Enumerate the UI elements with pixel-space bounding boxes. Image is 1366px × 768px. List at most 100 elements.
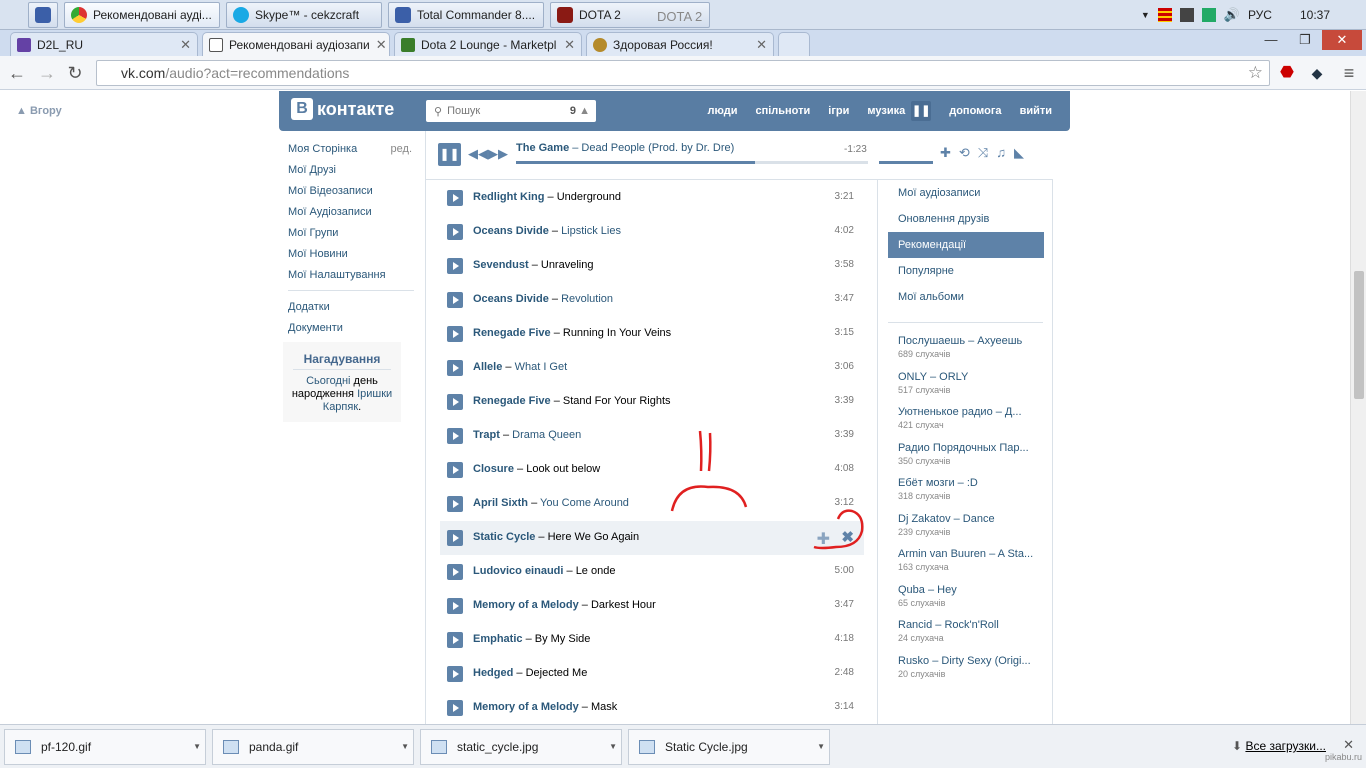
- list-item[interactable]: ONLY – ORLY 517 слухачів: [898, 371, 1038, 407]
- play-icon[interactable]: [447, 394, 463, 410]
- play-icon[interactable]: [447, 292, 463, 308]
- sidebar-item-my-page[interactable]: Моя Сторінка ред.: [288, 139, 414, 160]
- audio-menu-item[interactable]: Оновлення друзів: [888, 206, 1044, 232]
- track-title[interactable]: Lipstick Lies: [561, 225, 621, 237]
- bookmark-star-icon[interactable]: ☆: [1248, 63, 1263, 83]
- play-icon[interactable]: [447, 700, 463, 716]
- taskbar-button-total-commander[interactable]: Total Commander 8....: [388, 2, 544, 28]
- play-icon[interactable]: [447, 564, 463, 580]
- volume-icon[interactable]: 🔊: [1224, 7, 1240, 23]
- playlist-name[interactable]: Ебёт мозги – :D: [898, 477, 1038, 489]
- table-row[interactable]: Sevendust – Unraveling 3:58: [440, 249, 864, 283]
- vk-logo[interactable]: Вконтакте: [291, 98, 394, 120]
- tab-dota2-lounge[interactable]: Dota 2 Lounge - Marketpl ✕: [394, 32, 582, 56]
- tab-recommendations[interactable]: Рекомендовані аудіозапи ✕: [202, 32, 390, 56]
- tray-network-icon[interactable]: [1179, 8, 1194, 22]
- close-icon[interactable]: ✕: [376, 37, 387, 53]
- taskbar-button-chrome[interactable]: Рекомендовані ауді...: [64, 2, 220, 28]
- nav-logout[interactable]: вийти: [1020, 105, 1052, 117]
- back-arrow-icon[interactable]: ←: [6, 62, 28, 84]
- play-icon[interactable]: [447, 632, 463, 648]
- chevron-down-icon[interactable]: ▼: [609, 742, 617, 751]
- track-artist[interactable]: Allele: [473, 361, 502, 373]
- playlist-name[interactable]: Rusko – Dirty Sexy (Origi...: [898, 655, 1038, 667]
- playlist-name[interactable]: Dj Zakatov – Dance: [898, 513, 1038, 525]
- close-icon[interactable]: ✕: [756, 37, 767, 53]
- track-title[interactable]: By My Side: [535, 633, 591, 645]
- play-icon[interactable]: [447, 360, 463, 376]
- audio-menu-item[interactable]: Популярне: [888, 258, 1044, 284]
- play-icon[interactable]: [447, 666, 463, 682]
- play-icon[interactable]: [447, 530, 463, 546]
- tab-zdorovaya-rossiya[interactable]: Здоровая Россия! ✕: [586, 32, 774, 56]
- track-title[interactable]: You Come Around: [540, 497, 629, 509]
- list-item[interactable]: Rancid – Rock'n'Roll 24 слухача: [898, 619, 1038, 655]
- playlist-name[interactable]: ONLY – ORLY: [898, 371, 1038, 383]
- add-icon[interactable]: ✚: [940, 145, 951, 161]
- list-item[interactable]: Ебёт мозги – :D 318 слухачів: [898, 477, 1038, 513]
- chevron-down-icon[interactable]: ▼: [193, 742, 201, 751]
- add-track-icon[interactable]: ✚: [817, 529, 830, 549]
- list-item[interactable]: Уютненькое радио – Д... 421 слухач: [898, 406, 1038, 442]
- pause-icon[interactable]: ❚❚: [911, 101, 932, 121]
- nav-music[interactable]: музика: [867, 105, 905, 117]
- play-icon[interactable]: [447, 428, 463, 444]
- track-title[interactable]: Underground: [557, 191, 621, 203]
- track-title[interactable]: Drama Queen: [512, 429, 581, 441]
- play-icon[interactable]: [447, 496, 463, 512]
- track-title[interactable]: Here We Go Again: [548, 531, 640, 543]
- track-title[interactable]: Revolution: [561, 293, 613, 305]
- forward-arrow-icon[interactable]: →: [36, 62, 58, 84]
- tray-arrow-icon[interactable]: ▼: [1141, 10, 1150, 20]
- list-item[interactable]: Rusko – Dirty Sexy (Origi... 20 слухачів: [898, 655, 1038, 691]
- track-artist[interactable]: Oceans Divide: [473, 225, 549, 237]
- adblock-icon[interactable]: ⬣: [1276, 62, 1298, 84]
- track-artist[interactable]: Static Cycle: [473, 531, 535, 543]
- reminder-today-link[interactable]: Сьогодні: [306, 375, 350, 387]
- clock[interactable]: 10:37: [1300, 8, 1330, 22]
- address-bar[interactable]: vk.com/audio?act=recommendations ☆: [96, 60, 1270, 86]
- table-row[interactable]: Closure – Look out below 4:08: [440, 453, 864, 487]
- track-artist[interactable]: Oceans Divide: [473, 293, 549, 305]
- sidebar-item-documents[interactable]: Документи: [288, 318, 414, 339]
- pause-button[interactable]: ❚❚: [438, 143, 461, 166]
- track-artist[interactable]: Memory of a Melody: [473, 599, 579, 611]
- play-icon[interactable]: [447, 598, 463, 614]
- scrollbar-thumb[interactable]: [1354, 271, 1364, 399]
- delete-track-icon[interactable]: ✖: [841, 528, 854, 546]
- playlist-name[interactable]: Armin van Buuren – A Sta...: [898, 548, 1038, 560]
- nav-help[interactable]: допомога: [949, 105, 1001, 117]
- edit-link[interactable]: ред.: [391, 139, 412, 160]
- table-row[interactable]: April Sixth – You Come Around 3:12: [440, 487, 864, 521]
- tab-d2l-ru[interactable]: D2L_RU ✕: [10, 32, 198, 56]
- sidebar-item-groups[interactable]: Мої Групи: [288, 223, 414, 244]
- progress-bar[interactable]: [516, 161, 868, 164]
- track-title[interactable]: Dejected Me: [526, 667, 588, 679]
- table-row[interactable]: Oceans Divide – Lipstick Lies 4:02: [440, 215, 864, 249]
- close-icon[interactable]: ✕: [564, 37, 575, 53]
- track-title[interactable]: Mask: [591, 701, 617, 713]
- taskbar-button-dota[interactable]: DOTA 2 DOTA 2: [550, 2, 710, 28]
- sidebar-item-audio[interactable]: Мої Аудіозаписи: [288, 202, 414, 223]
- download-item[interactable]: Static Cycle.jpg ▼: [628, 729, 830, 765]
- nav-people[interactable]: люди: [707, 105, 737, 117]
- table-row[interactable]: Oceans Divide – Revolution 3:47: [440, 283, 864, 317]
- table-row[interactable]: Redlight King – Underground 3:21: [440, 181, 864, 215]
- list-item[interactable]: Armin van Buuren – A Sta... 163 слухача: [898, 548, 1038, 584]
- chevron-down-icon[interactable]: ▼: [401, 742, 409, 751]
- track-artist[interactable]: Trapt: [473, 429, 500, 441]
- nav-communities[interactable]: спільноти: [755, 105, 810, 117]
- playlist-name[interactable]: Радио Порядочных Пар...: [898, 442, 1038, 454]
- play-icon[interactable]: [447, 326, 463, 342]
- track-artist[interactable]: Ludovico einaudi: [473, 565, 563, 577]
- table-row[interactable]: Renegade Five – Stand For Your Rights 3:3…: [440, 385, 864, 419]
- playlist-name[interactable]: Послушаешь – Ахуеешь: [898, 335, 1038, 347]
- sidebar-item-settings[interactable]: Мої Налаштування: [288, 265, 414, 286]
- taskbar-button-skype[interactable]: Skype™ - cekzcraft: [226, 2, 382, 28]
- table-row[interactable]: Hedged – Dejected Me 2:48: [440, 657, 864, 691]
- next-icon[interactable]: ▶▶: [488, 146, 508, 162]
- track-artist[interactable]: April Sixth: [473, 497, 528, 509]
- download-item[interactable]: static_cycle.jpg ▼: [420, 729, 622, 765]
- table-row[interactable]: Emphatic – By My Side 4:18: [440, 623, 864, 657]
- table-row[interactable]: Ludovico einaudi – Le onde 5:00: [440, 555, 864, 589]
